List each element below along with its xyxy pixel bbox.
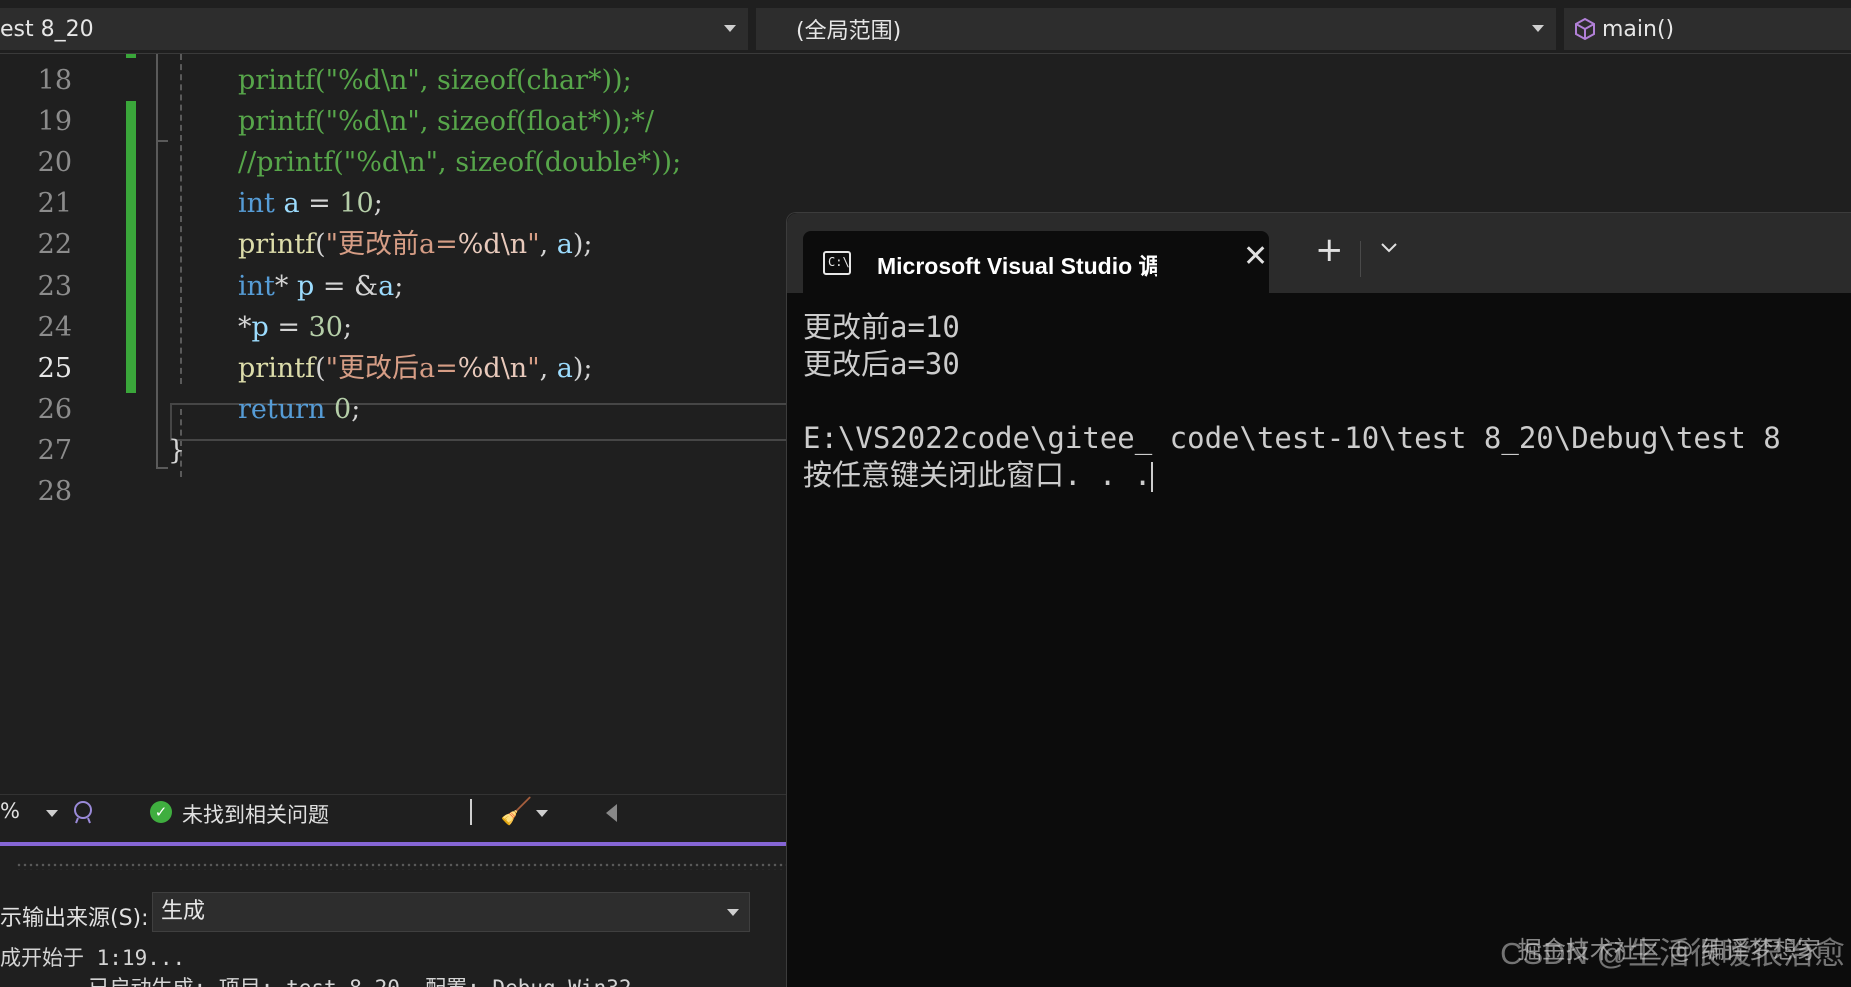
- editor-status-bar: % ✓ 未找到相关问题 🧹: [0, 794, 786, 830]
- output-source-select[interactable]: 生成: [152, 892, 750, 932]
- output-source-value: 生成: [161, 899, 206, 924]
- line-number: 21: [37, 188, 72, 220]
- chevron-down-icon[interactable]: [536, 810, 548, 817]
- code-line[interactable]: 21 int a = 10;: [0, 183, 786, 224]
- code-line[interactable]: 20 //printf("%d\n", sizeof(double*));: [0, 142, 786, 183]
- code-editor[interactable]: 18 printf("%d\n", sizeof(char*)); 19 printf…: [0, 54, 790, 794]
- output-line: ------ 已启动生成: 项目: test 8_20, 配置: Debug W…: [0, 972, 720, 987]
- console-line: 更改后a=30: [803, 347, 960, 381]
- code-line[interactable]: 27}: [0, 430, 786, 471]
- code-line[interactable]: 19 printf("%d\n", sizeof(float*));*/: [0, 101, 786, 142]
- member-dropdown[interactable]: main(): [1564, 8, 1851, 50]
- member-name: main(): [1602, 16, 1675, 42]
- scope-name: (全局范围): [796, 19, 902, 44]
- code-text: int a = 10;: [238, 188, 383, 220]
- scroll-left-icon[interactable]: [606, 804, 617, 822]
- code-text: }: [168, 434, 186, 466]
- line-number: 27: [37, 434, 72, 466]
- panel-drag-handle[interactable]: [16, 862, 786, 870]
- line-number: 28: [37, 476, 72, 507]
- method-cube-icon: [1575, 17, 1595, 41]
- code-line[interactable]: 18 printf("%d\n", sizeof(char*));: [0, 60, 786, 101]
- check-circle-icon: ✓: [150, 801, 172, 823]
- console-line: 按任意键关闭此窗口. . .: [803, 458, 1154, 492]
- console-tab-title: Microsoft Visual Studio 调试控制台: [877, 253, 1157, 279]
- code-line[interactable]: 25 printf("更改后a=%d\n", a);: [0, 348, 786, 389]
- line-number: 22: [37, 229, 72, 261]
- output-source-label: 示输出来源(S):: [0, 906, 149, 931]
- divider: [1360, 241, 1361, 277]
- git-change-marker: [126, 54, 136, 58]
- chevron-down-icon[interactable]: [46, 810, 58, 817]
- divider: [470, 799, 472, 825]
- console-titlebar[interactable]: C:\ Microsoft Visual Studio 调试控制台 ✕ +: [787, 213, 1851, 293]
- line-number: 24: [37, 311, 72, 343]
- chevron-down-icon: [724, 25, 736, 32]
- console-output[interactable]: 更改前a=10 更改后a=30 E:\VS2022code\gitee_ code…: [803, 309, 1781, 494]
- line-number: 23: [37, 270, 72, 302]
- code-text: *p = 30;: [238, 311, 353, 343]
- console-tab[interactable]: C:\ Microsoft Visual Studio 调试控制台 ✕: [803, 231, 1269, 293]
- text-cursor: [1151, 462, 1154, 492]
- code-text: printf("更改前a=%d\n", a);: [238, 229, 593, 261]
- line-number: 26: [37, 393, 72, 425]
- code-line[interactable]: 22 printf("更改前a=%d\n", a);: [0, 224, 786, 265]
- code-line[interactable]: 23 int* p = &a;: [0, 266, 786, 307]
- chevron-down-icon: [1532, 25, 1544, 32]
- code-text: int* p = &a;: [238, 270, 404, 302]
- code-text: printf("%d\n", sizeof(char*));: [238, 65, 632, 96]
- code-line[interactable]: 26 return 0;: [0, 389, 786, 430]
- code-line[interactable]: 24 *p = 30;: [0, 307, 786, 348]
- project-name: est 8_20: [0, 16, 94, 42]
- chevron-down-icon[interactable]: [1379, 237, 1399, 257]
- close-icon[interactable]: ✕: [1243, 239, 1268, 274]
- code-text: //printf("%d\n", sizeof(double*));: [238, 147, 682, 179]
- code-cleanup-brush-icon[interactable]: 🧹: [500, 797, 532, 827]
- juejin-watermark: 掘金技术社区 @ 编译梦想家: [1517, 936, 1821, 964]
- line-number: 18: [37, 65, 72, 96]
- scope-dropdown[interactable]: (全局范围): [756, 8, 1556, 50]
- console-line: E:\VS2022code\gitee_ code\test-10\test 8…: [803, 421, 1781, 455]
- new-tab-button[interactable]: +: [1315, 233, 1344, 267]
- output-line: 成开始于 1:19...: [0, 946, 186, 970]
- line-number: 25: [37, 352, 72, 384]
- code-line[interactable]: 28: [0, 471, 786, 512]
- output-panel-accent: [0, 842, 786, 846]
- code-text: return 0;: [238, 393, 361, 425]
- terminal-icon: C:\: [823, 251, 851, 275]
- project-dropdown[interactable]: est 8_20: [0, 8, 748, 50]
- debug-console-window[interactable]: C:\ Microsoft Visual Studio 调试控制台 ✕ + 更改…: [786, 212, 1851, 987]
- chevron-down-icon: [727, 909, 739, 916]
- intellicode-icon[interactable]: [70, 799, 96, 825]
- navigation-bar: est 8_20 (全局范围) main(): [0, 0, 1851, 54]
- code-text: printf("更改后a=%d\n", a);: [238, 352, 593, 384]
- zoom-level[interactable]: %: [0, 799, 20, 823]
- issues-status[interactable]: 未找到相关问题: [182, 799, 329, 829]
- line-number: 20: [37, 147, 72, 179]
- code-text: printf("%d\n", sizeof(float*));*/: [238, 106, 654, 138]
- output-panel: 示输出来源(S): 生成 成开始于 1:19... ------ 已启动生成: …: [0, 880, 786, 987]
- console-line: 更改前a=10: [803, 310, 960, 344]
- line-number: 19: [37, 106, 72, 138]
